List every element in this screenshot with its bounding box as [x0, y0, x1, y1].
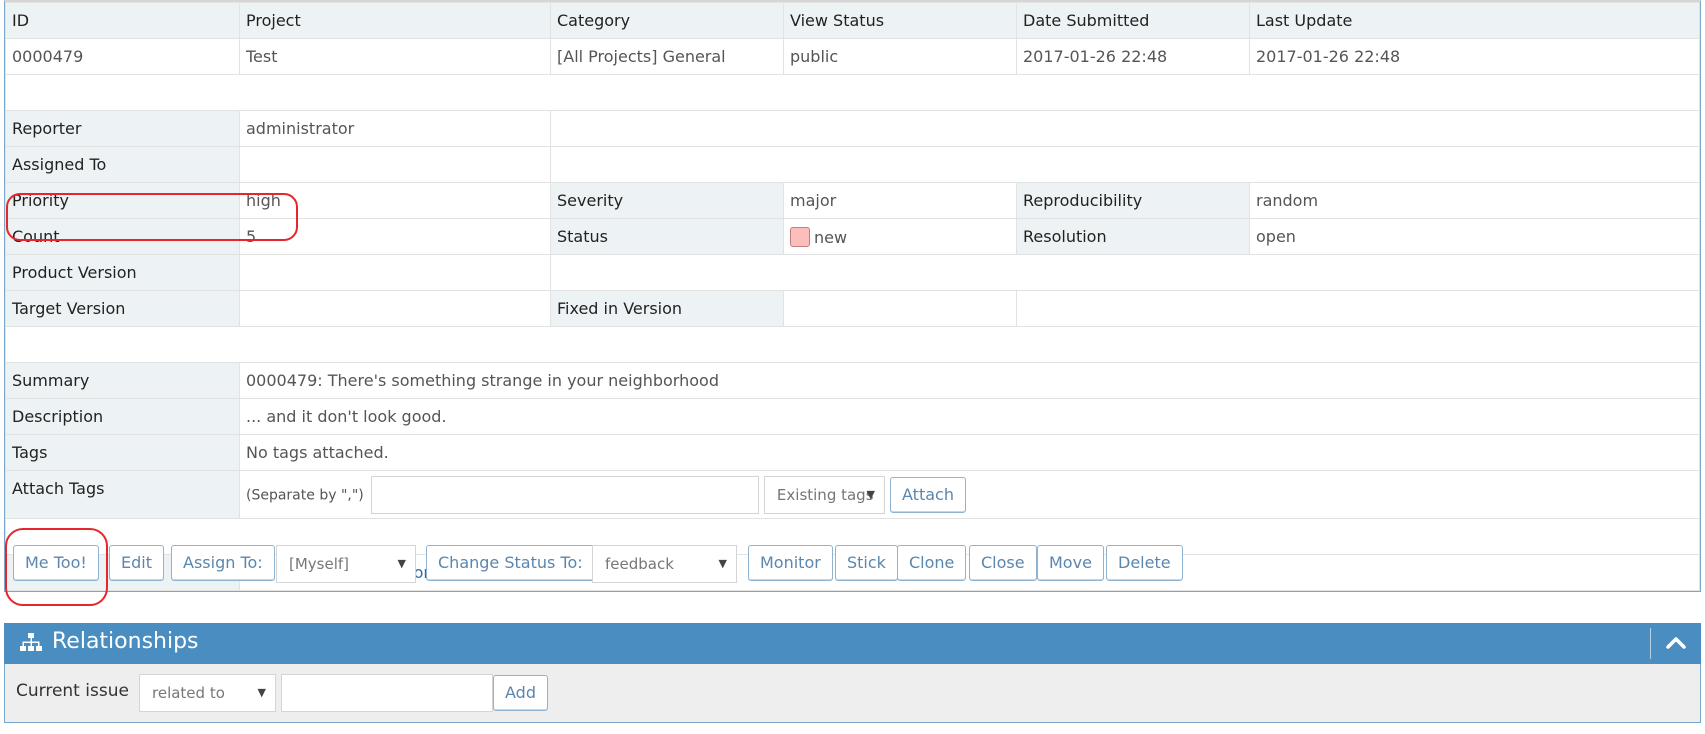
summary-label: Summary [5, 362, 240, 399]
target-version-value [239, 290, 551, 327]
tags-label: Tags [5, 434, 240, 471]
me-too-button[interactable]: Me Too! [13, 545, 99, 581]
attach-tags-hint: (Separate by ",") [246, 487, 364, 503]
existing-tags-select-value: Existing tags [776, 485, 874, 504]
attach-tags-label: Attach Tags [5, 470, 240, 519]
caret-down-icon: ▼ [866, 487, 875, 501]
summary-value: 0000479: There's something strange in yo… [239, 362, 1700, 399]
related-issue-input[interactable] [281, 674, 493, 712]
header-date-submitted-label: Date Submitted [1016, 2, 1250, 39]
description-value: ... and it don't look good. [239, 398, 1700, 435]
status-cell: new [783, 218, 1017, 255]
attach-tags-button[interactable]: Attach [890, 476, 966, 513]
assigned-to-label: Assigned To [5, 146, 240, 183]
spacer-row [5, 326, 1700, 363]
assigned-to-row: Assigned To [5, 146, 1700, 183]
target-version-row: Target Version Fixed in Version [5, 290, 1700, 327]
severity-label: Severity [550, 182, 784, 219]
header-last-update-label: Last Update [1249, 2, 1700, 39]
assigned-to-value [239, 146, 551, 183]
header-project-label: Project [239, 2, 551, 39]
stick-button[interactable]: Stick [835, 545, 898, 581]
priority-value: high [239, 182, 551, 219]
summary-row: Summary 0000479: There's something stran… [5, 362, 1700, 399]
product-version-label: Product Version [5, 254, 240, 291]
priority-row: Priority high Severity major Reproducibi… [5, 182, 1700, 219]
header-divider [1650, 628, 1651, 659]
reporter-value: administrator [239, 110, 551, 147]
change-status-select[interactable]: feedback ▼ [592, 545, 737, 583]
existing-tags-select[interactable]: Existing tags ▼ [763, 475, 885, 514]
reproducibility-label: Reproducibility [1016, 182, 1250, 219]
tags-value: No tags attached. [239, 434, 1700, 471]
product-version-row: Product Version [5, 254, 1700, 291]
assign-to-select[interactable]: [Myself] ▼ [276, 545, 416, 583]
delete-button[interactable]: Delete [1106, 545, 1183, 581]
clone-button[interactable]: Clone [897, 545, 967, 581]
priority-label: Priority [5, 182, 240, 219]
assign-to-select-value: [Myself] [289, 555, 350, 573]
last-update-value: 2017-01-26 22:48 [1249, 38, 1700, 75]
issue-id-value: 0000479 [5, 38, 240, 75]
date-submitted-value: 2017-01-26 22:48 [1016, 38, 1250, 75]
spacer-row [5, 74, 1700, 111]
reporter-label: Reporter [5, 110, 240, 147]
close-button[interactable]: Close [969, 545, 1037, 581]
sitemap-icon [20, 633, 42, 657]
caret-down-icon: ▼ [257, 686, 266, 699]
relationships-body: Current issue related to ▼ Add [4, 664, 1701, 723]
issue-details-panel: ID Project Category View Status Date Sub… [4, 0, 1701, 592]
empty-cell [1016, 290, 1700, 327]
severity-value: major [783, 182, 1017, 219]
empty-cell [550, 110, 1700, 147]
issue-details-table: ID Project Category View Status Date Sub… [5, 2, 1700, 591]
chevron-up-icon[interactable] [1665, 630, 1687, 660]
header-id-label: ID [5, 2, 240, 39]
issue-action-bar: Me Too! Edit Assign To: [Myself] ▼ Change… [0, 545, 1705, 591]
count-value: 5 [239, 218, 551, 255]
description-row: Description ... and it don't look good. [5, 398, 1700, 435]
empty-cell [550, 254, 1700, 291]
header-labels-row: ID Project Category View Status Date Sub… [5, 2, 1700, 39]
attach-tags-cell: (Separate by ",") Existing tags ▼ Attach [239, 470, 1700, 519]
assign-to-button[interactable]: Assign To: [171, 545, 275, 581]
status-color-swatch [790, 226, 810, 247]
header-view-status-label: View Status [783, 2, 1017, 39]
fixed-in-version-label: Fixed in Version [550, 290, 784, 327]
product-version-value [239, 254, 551, 291]
change-status-select-value: feedback [605, 555, 674, 573]
count-label: Count [5, 218, 240, 255]
add-relationship-button[interactable]: Add [493, 675, 548, 711]
edit-button[interactable]: Edit [109, 545, 164, 581]
status-value: new [814, 227, 848, 247]
view-status-value: public [783, 38, 1017, 75]
empty-cell [550, 146, 1700, 183]
relation-type-select[interactable]: related to ▼ [139, 674, 276, 712]
caret-down-icon: ▼ [397, 557, 406, 570]
relation-type-select-value: related to [152, 684, 225, 702]
caret-down-icon: ▼ [718, 557, 727, 570]
resolution-value: open [1249, 218, 1700, 255]
tags-row: Tags No tags attached. [5, 434, 1700, 471]
attach-tags-row: Attach Tags (Separate by ",") Existing t… [5, 470, 1700, 519]
resolution-label: Resolution [1016, 218, 1250, 255]
target-version-label: Target Version [5, 290, 240, 327]
count-row: Count 5 Status new Resolution open [5, 218, 1700, 255]
header-values-row: 0000479 Test [All Projects] General publ… [5, 38, 1700, 75]
category-value: [All Projects] General [550, 38, 784, 75]
relationships-title: Relationships [52, 629, 199, 654]
change-status-button[interactable]: Change Status To: [426, 545, 595, 581]
header-category-label: Category [550, 2, 784, 39]
status-label: Status [550, 218, 784, 255]
project-value: Test [239, 38, 551, 75]
reproducibility-value: random [1249, 182, 1700, 219]
reporter-row: Reporter administrator [5, 110, 1700, 147]
monitor-button[interactable]: Monitor [748, 545, 833, 581]
move-button[interactable]: Move [1037, 545, 1104, 581]
description-label: Description [5, 398, 240, 435]
tag-input[interactable] [370, 475, 759, 514]
fixed-in-version-value [783, 290, 1017, 327]
relationships-header[interactable]: Relationships [4, 623, 1701, 664]
current-issue-label: Current issue [16, 681, 129, 701]
